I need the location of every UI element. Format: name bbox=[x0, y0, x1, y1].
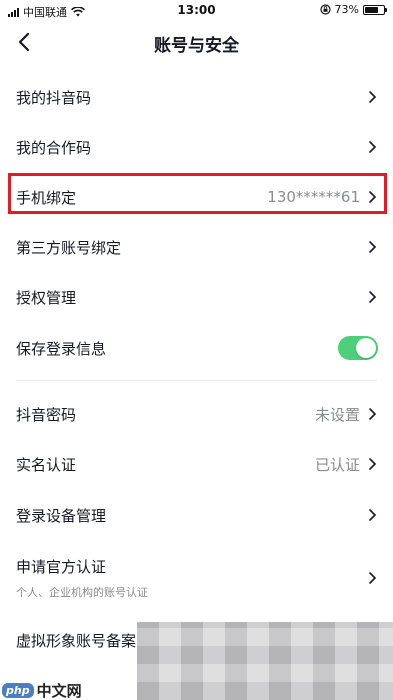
save-login-toggle[interactable] bbox=[338, 336, 378, 360]
row-label: 授权管理 bbox=[16, 288, 77, 307]
row-label: 实名认证 bbox=[16, 455, 77, 474]
battery-percent: 73% bbox=[334, 3, 359, 16]
chevron-right-icon bbox=[369, 509, 377, 521]
row-subtitle: 个人、企业机构的账号认证 bbox=[16, 586, 148, 599]
watermark-text: 中文网 bbox=[36, 682, 82, 700]
row-douyin-password[interactable]: 抖音密码 未设置 bbox=[0, 389, 393, 439]
chevron-right-icon bbox=[369, 141, 377, 153]
chevron-right-icon bbox=[369, 572, 377, 584]
chevron-right-icon bbox=[369, 291, 377, 303]
row-label: 第三方账号绑定 bbox=[16, 238, 122, 257]
row-real-name[interactable]: 实名认证 已认证 bbox=[0, 439, 393, 489]
row-label: 我的抖音码 bbox=[16, 88, 92, 107]
row-device-management[interactable]: 登录设备管理 bbox=[0, 490, 393, 540]
row-my-douyin-code[interactable]: 我的抖音码 bbox=[0, 72, 393, 122]
page-title: 账号与安全 bbox=[154, 36, 239, 56]
watermark-logo: php 中文网 bbox=[2, 680, 82, 700]
rotation-lock-icon bbox=[319, 4, 331, 15]
row-save-login-info: 保存登录信息 bbox=[0, 323, 393, 373]
chevron-right-icon bbox=[369, 241, 377, 253]
real-name-status-value: 已认证 bbox=[314, 455, 360, 474]
section-divider bbox=[16, 380, 377, 381]
row-label: 保存登录信息 bbox=[16, 339, 107, 358]
row-authorization[interactable]: 授权管理 bbox=[0, 272, 393, 322]
battery-icon bbox=[363, 4, 387, 15]
row-my-collab-code[interactable]: 我的合作码 bbox=[0, 122, 393, 172]
blurred-region bbox=[137, 622, 393, 700]
row-official-verification[interactable]: 申请官方认证 个人、企业机构的账号认证 bbox=[0, 548, 393, 608]
row-label: 申请官方认证 bbox=[16, 558, 107, 576]
status-right: 73% bbox=[319, 3, 387, 16]
password-status-value: 未设置 bbox=[314, 405, 360, 424]
chevron-right-icon bbox=[369, 408, 377, 420]
row-label: 虚拟形象账号备案 bbox=[16, 631, 137, 650]
nav-header: 账号与安全 bbox=[0, 20, 393, 64]
row-label: 登录设备管理 bbox=[16, 506, 107, 525]
highlight-box bbox=[8, 173, 387, 214]
row-label: 抖音密码 bbox=[16, 405, 77, 424]
chevron-right-icon bbox=[369, 458, 377, 470]
row-third-party-binding[interactable]: 第三方账号绑定 bbox=[0, 222, 393, 272]
row-label: 我的合作码 bbox=[16, 138, 92, 157]
chevron-right-icon bbox=[369, 91, 377, 103]
status-bar: 中国联通 13:00 73% bbox=[0, 0, 393, 20]
toggle-knob bbox=[356, 338, 376, 358]
watermark-brand: php bbox=[2, 683, 34, 698]
